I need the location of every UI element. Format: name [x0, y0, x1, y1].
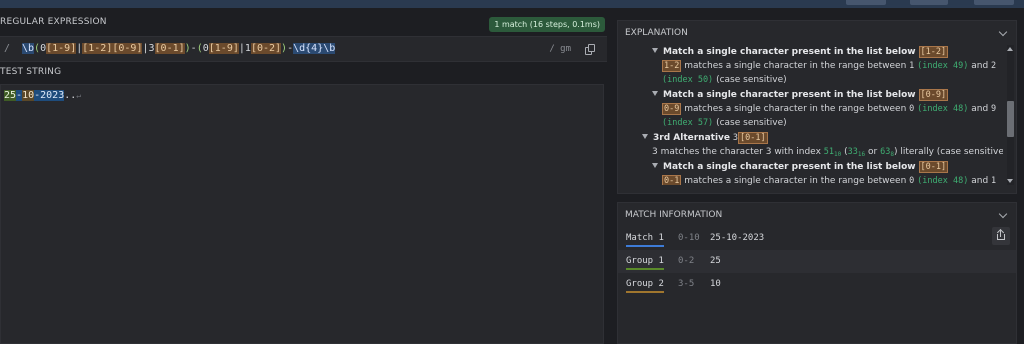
match-range: 0-10: [678, 233, 700, 243]
match-count-badge: 1 match (16 steps, 0.1ms): [489, 17, 605, 32]
explanation-text: 1-2 matches a single character in the ra…: [662, 60, 997, 72]
explanation-node[interactable]: Match a single character present in the …: [652, 88, 949, 102]
regex-pattern[interactable]: \b(0[1-9]|[1-2][0-9]|3[0-1])-(0[1-9]|1[0…: [22, 43, 336, 54]
group-label: Group 1: [626, 256, 664, 270]
toolbar-button[interactable]: [910, 0, 948, 5]
regex-token[interactable]: [1-2]: [82, 43, 113, 54]
scroll-down-icon[interactable]: [1007, 179, 1013, 183]
copy-icon[interactable]: [585, 44, 597, 56]
toolbar-button[interactable]: [846, 0, 886, 5]
group-2-highlight: 10: [22, 90, 35, 101]
group-value: 25: [710, 256, 721, 266]
match-row[interactable]: Match 1 0-10 25-10-2023: [618, 227, 1016, 250]
regex-section-title: REGULAR EXPRESSION: [0, 17, 107, 27]
scroll-up-icon[interactable]: [1007, 47, 1013, 51]
expand-triangle-icon[interactable]: [642, 134, 648, 139]
group-range: 3-5: [678, 279, 695, 289]
regex-token[interactable]: [0-1]: [154, 43, 185, 54]
expand-triangle-icon[interactable]: [652, 163, 658, 168]
toolbar-button[interactable]: [974, 0, 1014, 5]
regex-token[interactable]: [0-9]: [112, 43, 143, 54]
match-information-title: MATCH INFORMATION: [625, 210, 723, 220]
explanation-text: (index 50) (case sensitive): [662, 75, 787, 85]
group-label: Group 2: [626, 279, 664, 293]
explanation-panel: EXPLANATION Match a single character pre…: [617, 20, 1017, 194]
expand-triangle-icon[interactable]: [652, 91, 658, 96]
group-1-highlight: 25: [4, 90, 17, 101]
top-toolbar: [0, 0, 1024, 8]
trailing-text: ..: [64, 90, 77, 101]
explanation-node[interactable]: Match a single character present in the …: [652, 160, 949, 174]
regex-token[interactable]: 0: [203, 43, 209, 54]
match-information-panel: MATCH INFORMATION Match 1 0-10 25-10-202…: [617, 202, 1017, 344]
test-string-input[interactable]: 25-10-2023..↵: [0, 84, 604, 344]
chevron-down-icon[interactable]: [998, 209, 1008, 219]
regex-token[interactable]: [1-9]: [208, 43, 239, 54]
match-highlight: -2023: [34, 90, 65, 101]
match-label: Match 1: [626, 233, 664, 247]
expand-triangle-icon[interactable]: [652, 48, 658, 53]
regex-token[interactable]: 3: [149, 43, 155, 54]
regex-token[interactable]: [1-9]: [46, 43, 77, 54]
group-value: 10: [710, 279, 721, 289]
group-range: 0-2: [678, 256, 695, 266]
chevron-down-icon[interactable]: [998, 27, 1008, 37]
regex-token[interactable]: \b: [323, 43, 336, 54]
explanation-text: 0-9 matches a single character in the ra…: [662, 103, 997, 115]
explanation-node[interactable]: 3rd Alternative 3 [0-1]: [642, 131, 768, 145]
newline-icon: ↵: [76, 91, 82, 100]
explanation-node[interactable]: Match a single character present in the …: [652, 45, 949, 59]
regex-token[interactable]: \b: [22, 43, 35, 54]
match-value: 25-10-2023: [710, 233, 765, 243]
regex-token[interactable]: [0-2]: [250, 43, 282, 54]
editor-panel: REGULAR EXPRESSION 1 match (16 steps, 0.…: [0, 8, 607, 344]
explanation-text: (index 57) (case sensitive): [662, 118, 787, 128]
regex-input[interactable]: / \b(0[1-9]|[1-2][0-9]|3[0-1])-(0[1-9]|1…: [0, 36, 607, 62]
test-string-section-title: TEST STRING: [0, 67, 62, 77]
group-row[interactable]: Group 2 3-5 10: [618, 273, 1016, 296]
test-string-text[interactable]: 25-10-2023..↵: [4, 90, 81, 101]
regex-token[interactable]: \d{4}: [293, 43, 324, 54]
regex-flags[interactable]: / gm: [549, 44, 571, 54]
explanation-tree: Match a single character present in the …: [618, 45, 1003, 185]
explanation-title: EXPLANATION: [625, 28, 688, 38]
scrollbar-thumb[interactable]: [1007, 101, 1014, 137]
regex-delimiter: /: [4, 43, 11, 54]
group-row[interactable]: Group 1 0-2 25: [618, 250, 1016, 273]
explanation-text: 0-1 matches a single character in the ra…: [662, 175, 997, 185]
